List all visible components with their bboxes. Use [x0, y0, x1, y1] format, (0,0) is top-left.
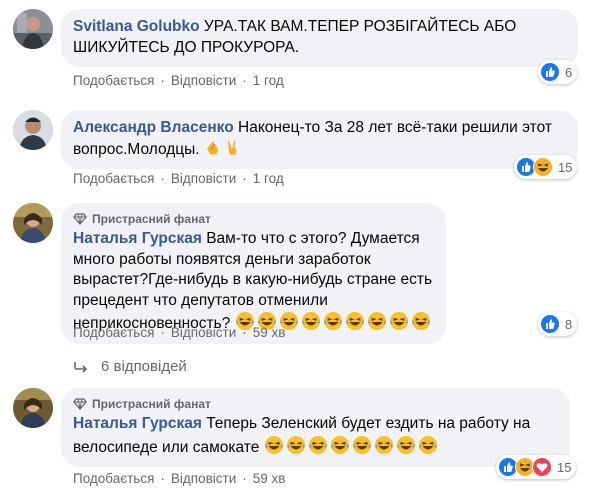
like-icon: [540, 314, 560, 334]
comment-bubble: Пристрасний фанат Наталья Гурская Теперь…: [61, 388, 570, 467]
laughing-tears-icon: [411, 311, 431, 331]
laughing-tears-icon: [330, 435, 350, 455]
comment-actions: Подобається · Відповісти · 59 хв: [73, 324, 285, 342]
comment-author[interactable]: Наталья Гурская: [73, 415, 202, 432]
reaction-summary[interactable]: 15: [496, 455, 577, 479]
separator: ·: [160, 471, 165, 486]
like-button[interactable]: Подобається: [73, 72, 154, 90]
comment-author[interactable]: Наталья Гурская: [73, 230, 202, 247]
avatar[interactable]: [13, 203, 53, 243]
timestamp[interactable]: 59 хв: [253, 470, 286, 488]
laughing-tears-icon: [389, 311, 409, 331]
like-button[interactable]: Подобається: [73, 170, 154, 188]
avatar[interactable]: [13, 388, 53, 428]
laughing-tears-icon: [396, 435, 416, 455]
diamond-icon: [73, 213, 87, 225]
laughing-tears-icon: [352, 435, 372, 455]
clapping-hands-icon: [204, 139, 222, 157]
timestamp[interactable]: 1 год: [253, 72, 284, 90]
reaction-count: 8: [565, 316, 573, 332]
laughing-tears-icon: [264, 435, 284, 455]
reply-button[interactable]: Відповісти: [171, 324, 236, 342]
timestamp[interactable]: 59 хв: [253, 324, 286, 342]
comment-bubble: Александр Власенко Наконец-то За 28 лет …: [61, 110, 578, 169]
laughing-tears-icon: [323, 311, 343, 331]
reply-button[interactable]: Відповісти: [171, 72, 236, 90]
separator: ·: [242, 471, 247, 486]
separator: ·: [242, 73, 247, 88]
reaction-count: 15: [558, 159, 573, 175]
top-fan-badge: Пристрасний фанат: [73, 211, 434, 227]
reaction-summary[interactable]: 6: [538, 60, 578, 84]
laughing-tears-icon: [345, 311, 365, 331]
top-fan-badge: Пристрасний фанат: [73, 396, 558, 412]
separator: ·: [160, 325, 165, 340]
laughing-tears-icon: [367, 311, 387, 331]
comment-actions: Подобається · Відповісти · 1 год: [73, 72, 284, 90]
victory-hand-icon: [224, 139, 242, 157]
reply-button[interactable]: Відповісти: [171, 170, 236, 188]
comment-actions: Подобається · Відповісти · 1 год: [73, 170, 284, 188]
comment-bubble: Svitlana Golubko УРА.ТАК ВАМ.ТЕПЕР РОЗБІ…: [61, 9, 578, 67]
separator: ·: [160, 171, 165, 186]
laughing-tears-icon: [418, 435, 438, 455]
reaction-summary[interactable]: 15: [514, 155, 578, 179]
laughing-tears-icon: [286, 435, 306, 455]
avatar[interactable]: [13, 9, 53, 49]
reply-button[interactable]: Відповісти: [171, 470, 236, 488]
like-button[interactable]: Подобається: [73, 324, 154, 342]
view-replies-link[interactable]: 6 відповідей: [73, 358, 187, 375]
like-icon: [540, 62, 560, 82]
replies-count[interactable]: 6 відповідей: [101, 358, 187, 375]
badge-label: Пристрасний фанат: [92, 397, 211, 411]
love-icon: [532, 457, 552, 477]
comment-bubble: Пристрасний фанат Наталья Гурская Вам-то…: [61, 203, 446, 344]
like-button[interactable]: Подобається: [73, 470, 154, 488]
laughing-tears-icon: [301, 311, 321, 331]
reply-arrow-icon: [74, 361, 88, 373]
badge-label: Пристрасний фанат: [92, 212, 211, 226]
reaction-count: 6: [565, 64, 573, 80]
separator: ·: [242, 325, 247, 340]
timestamp[interactable]: 1 год: [253, 170, 284, 188]
haha-icon: [533, 157, 553, 177]
reaction-summary[interactable]: 8: [538, 312, 578, 336]
laughing-tears-icon: [374, 435, 394, 455]
comment-author[interactable]: Svitlana Golubko: [73, 18, 200, 35]
separator: ·: [242, 171, 247, 186]
avatar[interactable]: [13, 110, 53, 150]
diamond-icon: [73, 398, 87, 410]
laughing-tears-icon: [308, 435, 328, 455]
comment-actions: Подобається · Відповісти · 59 хв: [73, 470, 285, 488]
emoji-row: [264, 435, 440, 456]
comment-author[interactable]: Александр Власенко: [73, 119, 234, 136]
reaction-count: 15: [557, 459, 572, 475]
separator: ·: [160, 73, 165, 88]
